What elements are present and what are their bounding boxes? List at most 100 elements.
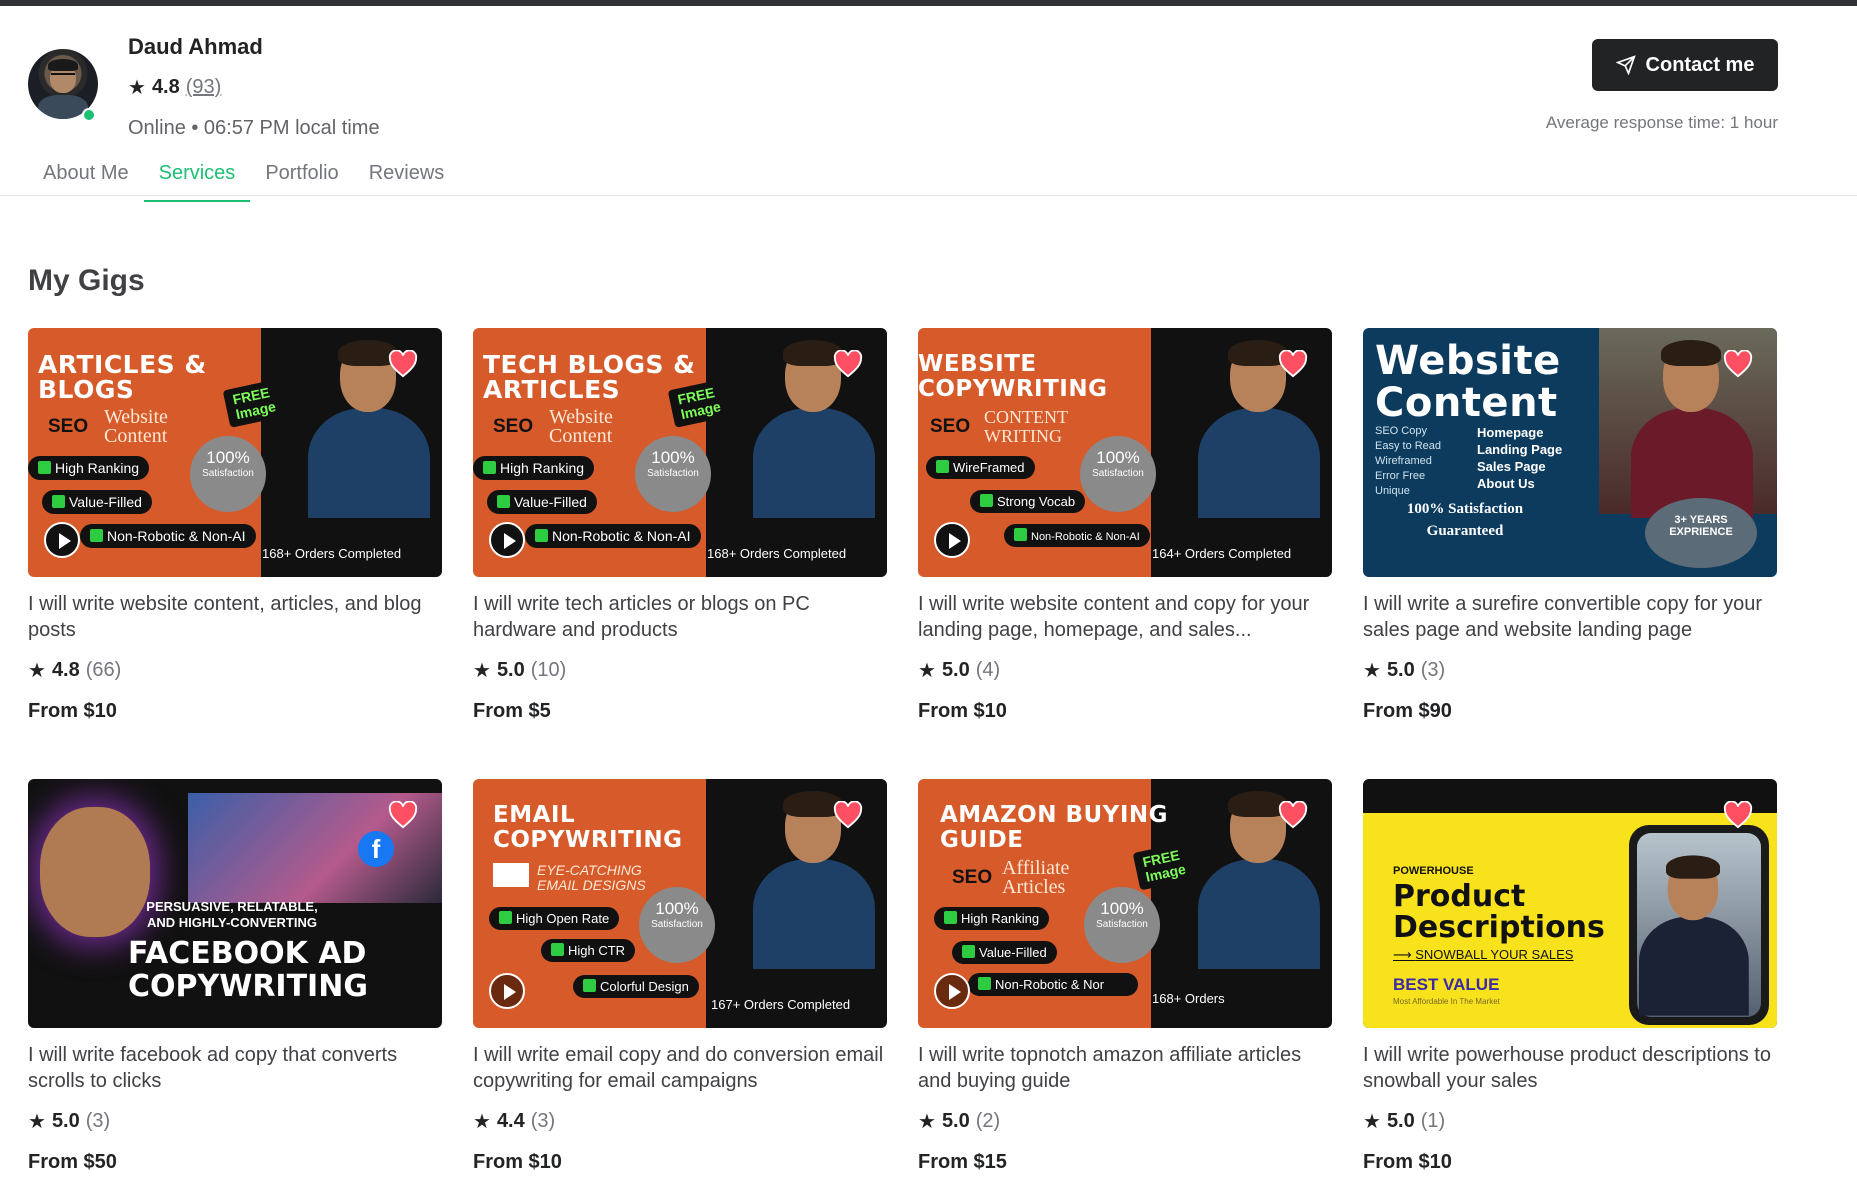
star-icon: ★ <box>1363 659 1381 682</box>
thumb-orders: 168+ Orders Completed <box>262 546 402 561</box>
gig-title[interactable]: I will write topnotch amazon affiliate a… <box>918 1042 1332 1094</box>
heart-icon[interactable] <box>388 801 418 829</box>
thumb-pill: Non-Robotic & Non-AI <box>1004 524 1150 547</box>
seller-rating-count[interactable]: (93) <box>186 76 222 99</box>
thumb-heading: AMAZON BUYING GUIDE <box>940 802 1169 853</box>
thumb-list-left: SEO Copy Easy to Read Wireframed Error Free… <box>1375 425 1442 497</box>
thumb-heading: EMAIL COPYWRITING <box>493 802 683 853</box>
thumb-pill: WireFramed <box>926 456 1035 479</box>
gig-title[interactable]: I will write email copy and do conversio… <box>473 1042 887 1094</box>
heart-icon[interactable] <box>1723 801 1753 829</box>
gig-card[interactable]: ARTICLES & BLOGS SEO Website Content FRE… <box>28 328 442 723</box>
thumb-experience-badge: 3+ YEARS EXPRIENCE <box>1645 498 1757 568</box>
gig-price: From $10 <box>473 1151 562 1173</box>
gig-card[interactable]: EMAIL COPYWRITING EYE-CATCHING EMAIL DES… <box>473 779 887 1174</box>
gig-rating-value: 5.0 <box>941 1110 970 1132</box>
gig-title[interactable]: I will write website content and copy fo… <box>918 591 1332 643</box>
gig-thumbnail[interactable]: ARTICLES & BLOGS SEO Website Content FRE… <box>28 328 442 577</box>
star-icon: ★ <box>128 76 146 99</box>
thumb-pill: High Open Rate <box>489 907 620 930</box>
tabs-divider <box>0 195 1857 196</box>
gig-thumbnail[interactable]: Website Content SEO Copy Easy to Read Wire… <box>1363 328 1777 577</box>
gig-rating-count: (2) <box>975 1110 1001 1132</box>
heart-icon[interactable] <box>388 350 418 378</box>
online-status-dot <box>82 108 96 122</box>
star-icon: ★ <box>473 1110 491 1133</box>
thumb-heading: WEBSITE COPYWRITING <box>918 351 1108 402</box>
gig-rating: ★ 5.0 (4) <box>918 659 1332 682</box>
gig-rating-value: 5.0 <box>941 659 970 681</box>
gig-rating-count: (66) <box>85 659 122 681</box>
gig-thumbnail[interactable]: AMAZON BUYING GUIDE SEO Affiliate Articl… <box>918 779 1332 1028</box>
gig-rating-value: 5.0 <box>51 1110 80 1132</box>
star-icon: ★ <box>473 659 491 682</box>
heart-icon[interactable] <box>1278 801 1308 829</box>
heart-icon[interactable] <box>1278 350 1308 378</box>
gig-card[interactable]: AMAZON BUYING GUIDE SEO Affiliate Articl… <box>918 779 1332 1174</box>
gig-thumbnail[interactable]: EMAIL COPYWRITING EYE-CATCHING EMAIL DES… <box>473 779 887 1028</box>
play-icon[interactable] <box>934 973 970 1009</box>
thumb-sub: CONTENT WRITING <box>984 407 1068 446</box>
gig-rating-count: (3) <box>85 1110 111 1132</box>
thumb-pill: Value-Filled <box>42 490 152 514</box>
thumb-orders: 164+ Orders Completed <box>1152 546 1292 561</box>
heart-icon[interactable] <box>1723 350 1753 378</box>
thumb-seo: SEO <box>952 867 993 888</box>
star-icon: ★ <box>918 659 936 682</box>
gig-thumbnail[interactable]: TECH BLOGS & ARTICLES SEO Website Conten… <box>473 328 887 577</box>
gig-rating: ★ 4.4 (3) <box>473 1110 887 1133</box>
thumb-pill: High Ranking <box>28 456 150 480</box>
gig-title[interactable]: I will write website content, articles, … <box>28 591 442 643</box>
mail-icon <box>493 863 529 887</box>
avatar-hair <box>48 59 78 71</box>
play-icon[interactable] <box>934 522 970 558</box>
heart-icon[interactable] <box>833 801 863 829</box>
gig-card[interactable]: POWERHOUSE Product Descriptions ⟶ SNOWBA… <box>1363 779 1777 1174</box>
thumb-pill: Value-Filled <box>487 490 597 514</box>
thumb-pill: High Ranking <box>473 456 595 480</box>
section-title: My Gigs <box>28 264 145 297</box>
play-icon[interactable] <box>44 522 80 558</box>
response-time: Average response time: 1 hour <box>1545 113 1778 132</box>
play-icon[interactable] <box>489 522 525 558</box>
contact-me-button[interactable]: Contact me <box>1592 39 1778 91</box>
gig-card[interactable]: Website Content SEO Copy Easy to Read Wire… <box>1363 328 1777 723</box>
gig-title[interactable]: I will write powerhouse product descript… <box>1363 1042 1777 1094</box>
gig-card[interactable]: TECH BLOGS & ARTICLES SEO Website Conten… <box>473 328 887 723</box>
gig-price: From $15 <box>918 1151 1007 1173</box>
thumb-tagline: PERSUASIVE, RELATABLE, AND HIGHLY-CONVER… <box>146 899 318 930</box>
gig-card[interactable]: WEBSITE COPYWRITING SEO CONTENT WRITING … <box>918 328 1332 723</box>
gig-title[interactable]: I will write facebook ad copy that conve… <box>28 1042 442 1094</box>
thumb-pill: Non-Robotic & Non-AI <box>80 524 256 548</box>
play-icon[interactable] <box>489 973 525 1009</box>
seller-name[interactable]: Daud Ahmad <box>128 34 263 60</box>
send-icon <box>1615 55 1636 75</box>
avatar-glasses <box>51 73 75 79</box>
gig-price: From $90 <box>1363 700 1452 722</box>
gig-thumbnail[interactable]: f PERSUASIVE, RELATABLE, AND HIGHLY-CONV… <box>28 779 442 1028</box>
thumb-pill: High Ranking <box>934 907 1050 930</box>
gig-rating: ★ 5.0 (1) <box>1363 1110 1777 1133</box>
gig-rating-value: 4.8 <box>51 659 80 681</box>
gig-rating-value: 5.0 <box>1386 659 1415 681</box>
thumb-heading: Product Descriptions <box>1393 879 1605 945</box>
seller-rating: ★ 4.8 (93) <box>128 76 221 99</box>
gig-thumbnail[interactable]: WEBSITE COPYWRITING SEO CONTENT WRITING … <box>918 328 1332 577</box>
thumb-satisfaction-badge: 100% Satisfaction <box>639 887 715 963</box>
seller-header: Daud Ahmad ★ 4.8 (93) Online • 06:57 PM … <box>0 6 1857 202</box>
gig-rating: ★ 5.0 (3) <box>1363 659 1777 682</box>
heart-icon[interactable] <box>833 350 863 378</box>
thumb-satisfaction-badge: 100% Satisfaction <box>1080 436 1156 512</box>
seller-status: Online • 06:57 PM local time <box>128 117 380 139</box>
gig-rating: ★ 5.0 (2) <box>918 1110 1332 1133</box>
gig-title[interactable]: I will write a surefire convertible copy… <box>1363 591 1777 643</box>
star-icon: ★ <box>28 1110 46 1133</box>
thumb-value-sub: Most Affordable In The Market <box>1393 997 1500 1006</box>
gig-price: From $50 <box>28 1151 117 1173</box>
gig-card[interactable]: f PERSUASIVE, RELATABLE, AND HIGHLY-CONV… <box>28 779 442 1174</box>
thumb-guarantee: 100% Satisfaction Guaranteed <box>1406 501 1524 539</box>
thumb-satisfaction-badge: 100% Satisfaction <box>1084 887 1160 963</box>
gig-thumbnail[interactable]: POWERHOUSE Product Descriptions ⟶ SNOWBA… <box>1363 779 1777 1028</box>
gig-title[interactable]: I will write tech articles or blogs on P… <box>473 591 887 643</box>
gig-rating-count: (4) <box>975 659 1001 681</box>
